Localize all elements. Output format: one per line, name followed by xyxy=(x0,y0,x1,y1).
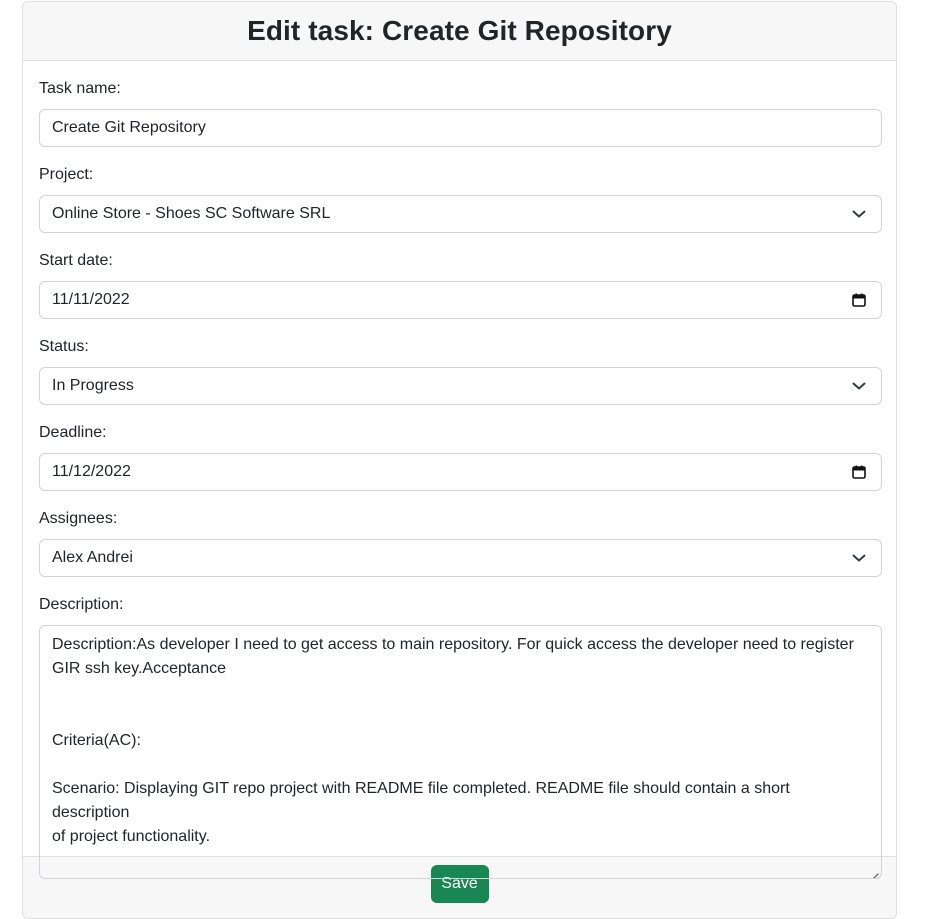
description-line: Description:As developer I need to get a… xyxy=(52,636,854,653)
description-line xyxy=(52,681,869,705)
task-name-value: Create Git Repository xyxy=(52,119,206,136)
task-name-label: Task name: xyxy=(39,80,121,97)
chevron-down-icon xyxy=(851,550,867,566)
project-group: Project: Online Store - Shoes SC Softwar… xyxy=(39,163,882,233)
page-title: Edit task: Create Git Repository xyxy=(247,15,672,46)
assignees-select[interactable]: Alex Andrei xyxy=(39,539,882,577)
project-select[interactable]: Online Store - Shoes SC Software SRL xyxy=(39,195,882,233)
description-label: Description: xyxy=(39,596,124,613)
calendar-icon[interactable] xyxy=(851,464,867,480)
start-date-input[interactable]: 11/11/2022 xyxy=(39,281,882,319)
start-date-group: Start date: 11/11/2022 xyxy=(39,249,882,319)
task-name-group: Task name: Create Git Repository xyxy=(39,77,882,147)
description-line: Scenario: Displaying GIT repo project wi… xyxy=(52,780,790,821)
edit-task-card: Edit task: Create Git Repository Task na… xyxy=(22,1,897,919)
status-group: Status: In Progress xyxy=(39,335,882,405)
status-select[interactable]: In Progress xyxy=(39,367,882,405)
deadline-group: Deadline: 11/12/2022 xyxy=(39,421,882,491)
start-date-value: 11/11/2022 xyxy=(52,291,130,308)
calendar-icon[interactable] xyxy=(851,292,867,308)
assignees-group: Assignees: Alex Andrei xyxy=(39,507,882,577)
description-line: GIR ssh key.Acceptance xyxy=(52,660,226,677)
description-line xyxy=(52,705,869,729)
status-value: In Progress xyxy=(52,377,134,394)
assignees-value: Alex Andrei xyxy=(52,549,133,566)
deadline-label: Deadline: xyxy=(39,424,107,441)
project-value: Online Store - Shoes SC Software SRL xyxy=(52,205,331,222)
resize-grip-icon[interactable] xyxy=(869,866,879,878)
chevron-down-icon xyxy=(851,378,867,394)
project-label: Project: xyxy=(39,166,94,183)
description-group: Description: Description:As developer I … xyxy=(39,593,882,879)
task-name-input[interactable]: Create Git Repository xyxy=(39,109,882,147)
description-line xyxy=(52,753,869,777)
deadline-value: 11/12/2022 xyxy=(52,463,131,480)
description-line: of project functionality. xyxy=(52,828,211,845)
deadline-input[interactable]: 11/12/2022 xyxy=(39,453,882,491)
start-date-label: Start date: xyxy=(39,252,113,269)
description-text: Description:As developer I need to get a… xyxy=(52,633,869,849)
chevron-down-icon xyxy=(851,206,867,222)
card-header: Edit task: Create Git Repository xyxy=(23,2,896,61)
description-textarea[interactable]: Description:As developer I need to get a… xyxy=(39,625,882,879)
description-line: Criteria(AC): xyxy=(52,732,141,749)
status-label: Status: xyxy=(39,338,89,355)
assignees-label: Assignees: xyxy=(39,510,118,527)
edit-task-form: Task name: Create Git Repository Project… xyxy=(23,61,896,879)
